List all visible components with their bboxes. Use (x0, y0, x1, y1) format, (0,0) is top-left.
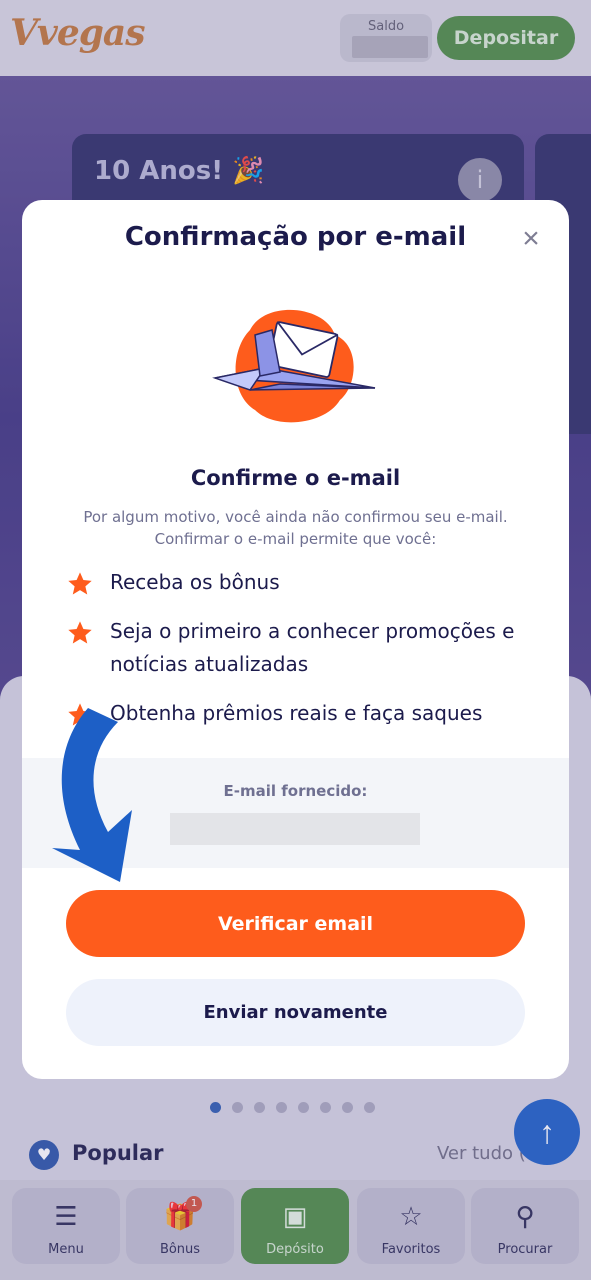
email-confirmation-modal: Confirmação por e-mail × Confirme o e-ma… (22, 200, 569, 1079)
resend-button[interactable]: Enviar novamente (66, 979, 525, 1046)
benefit-text: Obtenha prêmios reais e faça saques (110, 701, 483, 725)
benefit-text: Receba os bônus (110, 570, 280, 594)
benefit-text: Seja o primeiro a conhecer promoções e n… (110, 619, 515, 676)
paper-plane-envelope-illustration (212, 309, 376, 423)
verify-email-button[interactable]: Verificar email (66, 890, 525, 957)
close-icon[interactable]: × (516, 224, 546, 254)
modal-title: Confirmação por e-mail (124, 222, 467, 252)
benefit-item: Seja o primeiro a conhecer promoções e n… (66, 615, 536, 681)
star-icon (68, 572, 92, 595)
star-icon (68, 621, 92, 644)
intro-text: Por algum motivo, você ainda não confirm… (83, 508, 508, 548)
email-value-redacted (170, 813, 420, 845)
confirm-email-heading: Confirme o e-mail (190, 466, 401, 490)
benefit-item: Receba os bônus (66, 566, 536, 599)
pointer-arrow-icon (52, 708, 132, 882)
